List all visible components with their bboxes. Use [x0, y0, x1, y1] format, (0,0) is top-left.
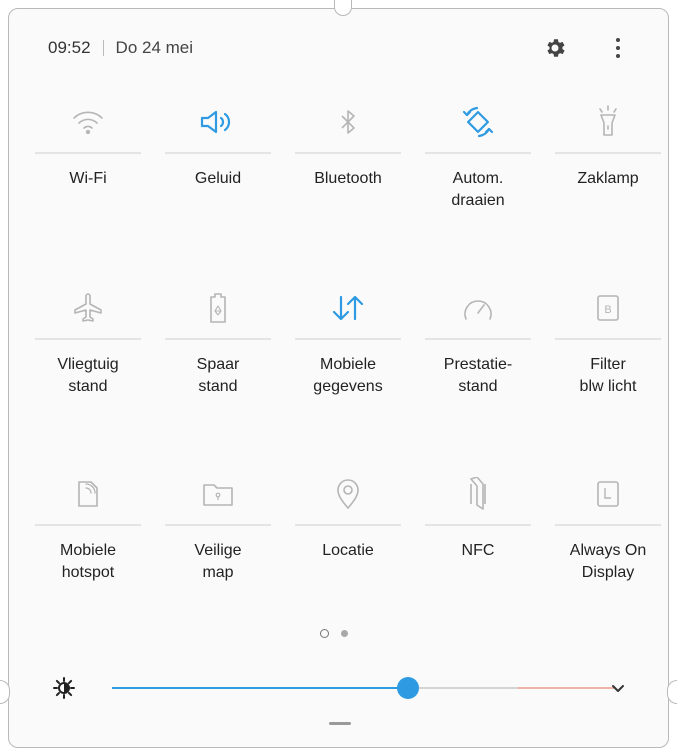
tile-label: Bluetooth: [314, 170, 382, 187]
tile-nfc[interactable]: NFC: [414, 472, 542, 562]
frame-notch: [667, 680, 677, 704]
settings-button[interactable]: [540, 34, 570, 62]
tile-always-on-display[interactable]: Always On Display: [544, 472, 672, 584]
tile-label: Locatie: [322, 542, 374, 559]
auto-rotate-icon: [462, 106, 494, 138]
svg-text:B: B: [604, 304, 611, 316]
location-icon: [337, 479, 359, 510]
page-indicator: [320, 629, 348, 638]
tile-flashlight[interactable]: Zaklamp: [544, 100, 672, 190]
page-dot[interactable]: [341, 630, 348, 637]
airplane-icon: [74, 293, 102, 322]
tile-label: NFC: [461, 542, 495, 559]
tile-label: Spaar stand: [196, 356, 240, 395]
sound-icon: [200, 110, 231, 134]
tile-sound[interactable]: Geluid: [154, 100, 282, 190]
tile-bluetooth[interactable]: Bluetooth: [284, 100, 412, 190]
tile-auto-rotate[interactable]: Autom. draaien: [414, 100, 542, 212]
status-bar: 09:52 Do 24 mei: [48, 36, 648, 60]
performance-icon: [464, 300, 492, 320]
separator: [102, 40, 104, 56]
nfc-icon: [470, 477, 486, 510]
tile-location[interactable]: Locatie: [284, 472, 412, 562]
bluetooth-icon: [341, 110, 355, 134]
brightness-control: [52, 670, 642, 706]
chevron-down-icon[interactable]: [608, 678, 628, 698]
wifi-icon: [73, 111, 103, 135]
tile-label: Filter blw licht: [579, 356, 637, 395]
brightness-fill: [112, 687, 409, 689]
secure-folder-icon: [203, 484, 233, 506]
clock: 09:52: [48, 38, 91, 57]
always-on-display-icon: [597, 481, 619, 507]
brightness-icon: [53, 677, 75, 699]
tile-performance-mode[interactable]: Prestatie- stand: [414, 286, 542, 398]
tile-label: Zaklamp: [577, 170, 639, 187]
tile-blue-light-filter[interactable]: B Filter blw licht: [544, 286, 672, 398]
battery-saver-icon: [210, 293, 226, 323]
tile-wifi[interactable]: Wi-Fi: [24, 100, 152, 190]
tile-airplane-mode[interactable]: Vliegtuig stand: [24, 286, 152, 398]
tile-label: Autom. draaien: [451, 170, 505, 209]
hotspot-icon: [78, 481, 98, 507]
blue-light-filter-icon: B: [597, 295, 619, 321]
tile-mobile-data[interactable]: Mobiele gegevens: [284, 286, 412, 398]
tile-label: Always On Display: [569, 542, 647, 581]
gear-icon: [547, 39, 565, 57]
tile-label: Veilige map: [194, 542, 242, 581]
tile-label: Mobiele hotspot: [59, 542, 117, 581]
tile-secure-folder[interactable]: Veilige map: [154, 472, 282, 584]
tile-label: Vliegtuig stand: [57, 356, 119, 395]
tile-label: Mobiele gegevens: [313, 356, 383, 395]
more-vertical-icon: [616, 38, 620, 42]
tile-label: Geluid: [194, 170, 242, 187]
tile-label: Wi-Fi: [69, 170, 107, 187]
brightness-track-high: [518, 687, 614, 689]
date[interactable]: Do 24 mei: [116, 38, 193, 58]
tile-label: Prestatie- stand: [443, 356, 513, 395]
brightness-slider-thumb[interactable]: [397, 677, 420, 699]
drag-handle[interactable]: [329, 722, 351, 725]
tile-mobile-hotspot[interactable]: Mobiele hotspot: [24, 472, 152, 584]
more-options-button[interactable]: [608, 34, 628, 62]
tile-power-saving[interactable]: Spaar stand: [154, 286, 282, 398]
page-dot-current: [320, 629, 329, 638]
flashlight-icon: [599, 105, 617, 136]
mobile-data-icon: [332, 295, 364, 321]
